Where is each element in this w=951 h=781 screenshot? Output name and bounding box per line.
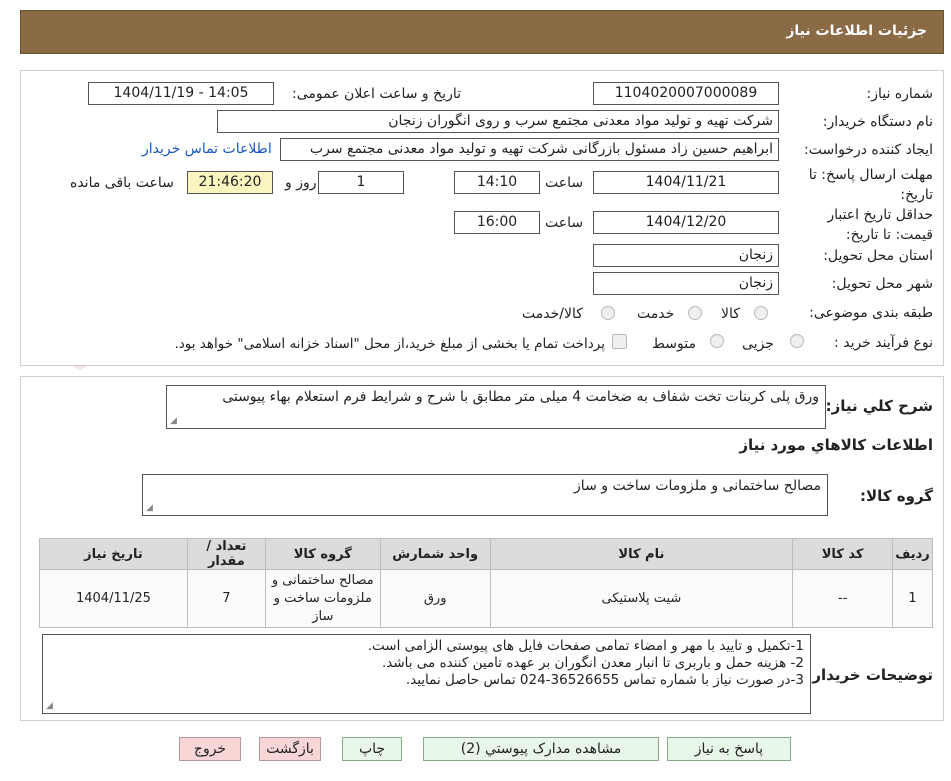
category-label: طبقه بندی موضوعی: <box>809 305 933 321</box>
cell-name: شیت پلاستیکی <box>489 569 794 628</box>
col-date-header: تاریخ نیاز <box>39 538 188 570</box>
cell-group: مصالح ساختمانی و ملزومات ساخت و ساز <box>264 569 381 628</box>
reply-button[interactable]: پاسخ به نیاز <box>667 737 791 761</box>
cell-unit: ورق <box>379 569 491 628</box>
col-name-header: نام کالا <box>489 538 794 570</box>
validity-label: حداقل تاریخ اعتبار قیمت: تا تاریخ: <box>827 207 933 243</box>
buyer-field: شرکت تهیه و تولید مواد معدنی مجتمع سرب و… <box>217 110 779 133</box>
treasury-payment-checkbox[interactable] <box>612 334 627 349</box>
city-label: شهر محل تحویل: <box>831 276 933 292</box>
reply-time-label: ساعت <box>545 175 584 191</box>
goods-info-title: اطلاعات کالاهاي مورد نياز <box>739 436 933 454</box>
category-goods-radio[interactable] <box>754 306 768 320</box>
buyer-notes-textarea: 1-تکمیل و تایید با مهر و امضاء تمامی صفح… <box>42 634 811 714</box>
view-attachments-button[interactable]: مشاهده مدارک پیوستي (2) <box>423 737 659 761</box>
days-label: روز و <box>285 175 317 191</box>
page-title: جزئیات اطلاعات نیاز <box>786 23 927 39</box>
process-label: نوع فرآیند خرید : <box>834 335 933 351</box>
resize-handle-icon[interactable]: ◢ <box>170 417 178 426</box>
cell-qty: 7 <box>186 569 266 628</box>
validity-date-field: 1404/12/20 <box>593 211 779 234</box>
creator-field: ابراهیم حسین زاد مسئول بازرگانی شرکت تهی… <box>280 138 779 161</box>
process-minor-radio[interactable] <box>790 334 804 348</box>
need-number-label: شماره نیاز: <box>866 86 934 102</box>
col-qty-header: تعداد / مقدار <box>186 538 266 570</box>
table-row: 1 -- شیت پلاستیکی ورق مصالح ساختمانی و م… <box>39 569 933 628</box>
announce-label: تاریخ و ساعت اعلان عمومی: <box>292 86 461 102</box>
buyer-notes-label: توضیحات خریدار: <box>806 666 933 684</box>
category-service-label: خدمت <box>637 306 675 322</box>
process-minor-label: جزیی <box>742 336 774 352</box>
remaining-label: ساعت باقی مانده <box>70 175 174 191</box>
validity-time-label: ساعت <box>545 215 584 231</box>
process-medium-radio[interactable] <box>710 334 724 348</box>
cell-code: -- <box>792 569 894 628</box>
buyer-contact-link[interactable]: اطلاعات تماس خریدار <box>142 141 272 157</box>
table-header-row: ردیف کد کالا نام کالا واحد شمارش گروه کا… <box>39 538 933 570</box>
col-unit-header: واحد شمارش <box>379 538 491 570</box>
category-goods-service-label: کالا/خدمت <box>522 306 583 322</box>
reply-date-field: 1404/11/21 <box>593 171 779 194</box>
buyer-label: نام دستگاه خریدار: <box>822 114 933 130</box>
summary-label: شرح کلي نياز: <box>825 397 933 415</box>
print-button[interactable]: چاپ <box>342 737 402 761</box>
reply-time-field: 14:10 <box>454 171 540 194</box>
treasury-payment-note: پرداخت تمام یا بخشی از مبلغ خرید،از محل … <box>174 336 605 352</box>
announce-field: 1404/11/19 - 14:05 <box>88 82 274 105</box>
validity-time-field: 16:00 <box>454 211 540 234</box>
creator-label: ایجاد کننده درخواست: <box>804 142 933 158</box>
reply-deadline-label: مهلت ارسال پاسخ: تا تاریخ: <box>808 167 933 203</box>
province-label: استان محل تحویل: <box>823 248 933 264</box>
resize-handle-icon[interactable]: ◢ <box>146 504 154 513</box>
province-field: زنجان <box>593 244 779 267</box>
goods-group-label: گروه کالا: <box>860 487 933 505</box>
goods-table: ردیف کد کالا نام کالا واحد شمارش گروه کا… <box>39 538 933 628</box>
cell-date: 1404/11/25 <box>39 569 188 628</box>
category-service-radio[interactable] <box>688 306 702 320</box>
exit-button[interactable]: خروج <box>179 737 241 761</box>
remaining-time-field: 21:46:20 <box>187 171 273 194</box>
back-button[interactable]: بازگشت <box>259 737 321 761</box>
summary-textarea: ورق پلی کربنات تخت شفاف به ضخامت 4 میلی … <box>166 385 826 429</box>
goods-group-textarea: مصالح ساختمانی و ملزومات ساخت و ساز <box>142 474 828 516</box>
col-group-header: گروه کالا <box>264 538 381 570</box>
page-header: جزئیات اطلاعات نیاز <box>20 10 944 54</box>
city-field: زنجان <box>593 272 779 295</box>
col-row-header: ردیف <box>892 538 933 570</box>
category-goods-label: کالا <box>721 306 740 322</box>
category-goods-service-radio[interactable] <box>601 306 615 320</box>
resize-handle-icon[interactable]: ◢ <box>46 702 54 711</box>
need-number-field: 1104020007000089 <box>593 82 779 105</box>
days-field: 1 <box>318 171 404 194</box>
process-medium-label: متوسط <box>652 336 696 352</box>
cell-row: 1 <box>892 569 933 628</box>
col-code-header: کد کالا <box>792 538 894 570</box>
